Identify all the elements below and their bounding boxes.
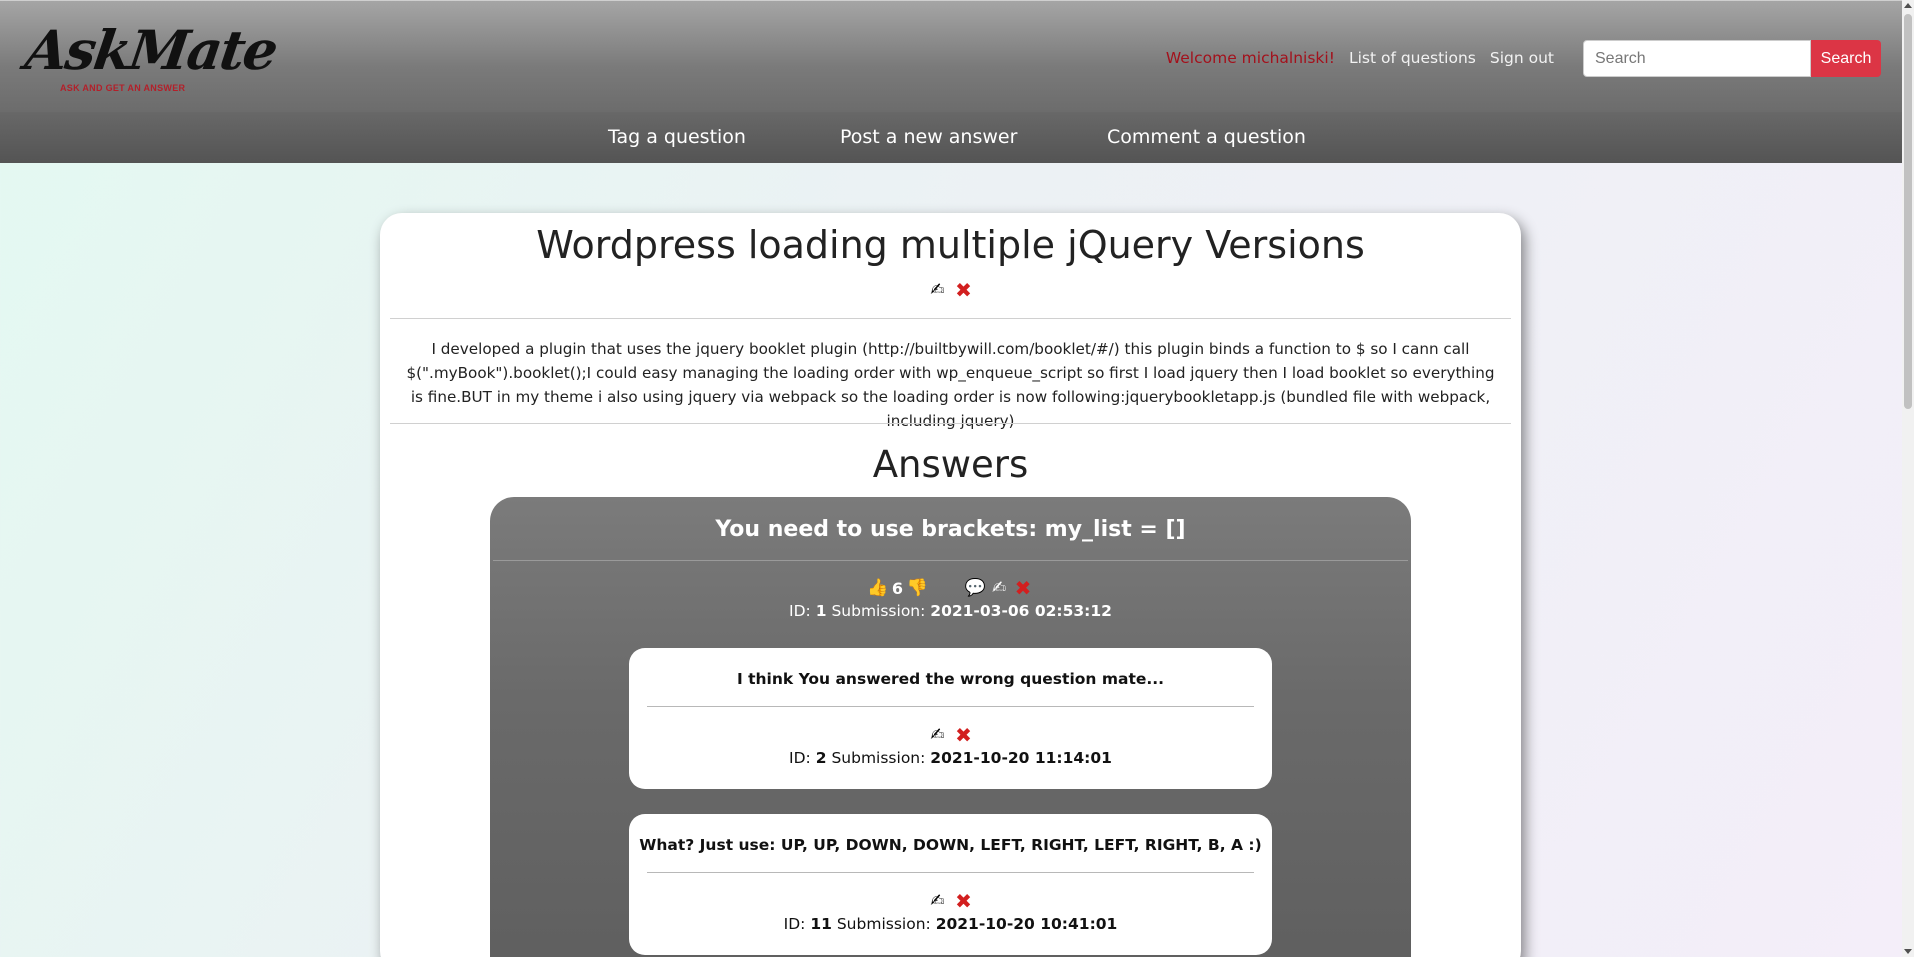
page-scrollbar[interactable] xyxy=(1902,0,1914,957)
tag-question-link[interactable]: Tag a question xyxy=(608,126,746,148)
answer-meta: ID: 1 Submission: 2021-03-06 02:53:12 xyxy=(490,602,1411,620)
edit-icon[interactable]: ✍ xyxy=(928,725,948,745)
top-header: AskMate ASK AND GET AN ANSWER Welcome mi… xyxy=(0,0,1902,112)
question-title: Wordpress loading multiple jQuery Versio… xyxy=(536,223,1365,267)
list-of-questions-link[interactable]: List of questions xyxy=(1349,49,1476,67)
header-nav: Welcome michalniski! List of questions S… xyxy=(1166,49,1554,67)
answer-title: You need to use brackets: my_list = [] xyxy=(715,517,1186,542)
comment-meta: ID: 2 Submission: 2021-10-20 11:14:01 xyxy=(629,749,1272,767)
answer-id: 1 xyxy=(815,602,827,620)
edit-icon[interactable]: ✍ xyxy=(928,280,948,300)
answer-card: You need to use brackets: my_list = [] 👍… xyxy=(490,497,1411,957)
scrollbar-thumb[interactable] xyxy=(1904,14,1912,409)
search-button[interactable]: Search xyxy=(1811,40,1881,77)
submission-label: Submission: xyxy=(831,602,926,620)
logo-tagline: ASK AND GET AN ANSWER xyxy=(60,83,186,93)
speech-bubble-icon[interactable]: 💬 xyxy=(964,578,985,598)
comment-actions: ✍ ✖ xyxy=(629,891,1272,911)
comment-card: I think You answered the wrong question … xyxy=(629,648,1272,789)
answer-submission-date: 2021-03-06 02:53:12 xyxy=(930,602,1112,620)
answer-actions: 👍 6 👎 💬 ✍ ✖ xyxy=(490,578,1411,598)
id-label: ID: xyxy=(783,915,806,933)
scroll-down-arrow-icon[interactable] xyxy=(1904,949,1912,954)
question-actions: ✍ ✖ xyxy=(380,280,1521,300)
edit-icon[interactable]: ✍ xyxy=(928,891,948,911)
question-card: Wordpress loading multiple jQuery Versio… xyxy=(380,213,1521,957)
divider xyxy=(493,560,1408,561)
delete-icon[interactable]: ✖ xyxy=(1013,578,1033,598)
scroll-up-arrow-icon[interactable] xyxy=(1904,3,1912,8)
comment-submission-date: 2021-10-20 11:14:01 xyxy=(930,749,1112,767)
post-answer-link[interactable]: Post a new answer xyxy=(840,126,1017,148)
thumbs-up-icon[interactable]: 👍 xyxy=(867,578,888,598)
delete-icon[interactable]: ✖ xyxy=(954,891,974,911)
search-input[interactable] xyxy=(1583,40,1811,77)
answers-heading: Answers xyxy=(872,443,1029,486)
welcome-message: Welcome michalniski! xyxy=(1165,49,1335,67)
submission-label: Submission: xyxy=(836,915,931,933)
divider xyxy=(647,872,1254,873)
logo-text: AskMate xyxy=(21,18,281,82)
divider xyxy=(390,318,1511,319)
action-nav: Tag a question Post a new answer Comment… xyxy=(0,112,1902,163)
comment-text: What? Just use: UP, UP, DOWN, DOWN, LEFT… xyxy=(639,836,1262,854)
comment-id: 11 xyxy=(810,915,832,933)
delete-icon[interactable]: ✖ xyxy=(954,280,974,300)
submission-label: Submission: xyxy=(831,749,926,767)
comment-id: 2 xyxy=(815,749,827,767)
comment-text: I think You answered the wrong question … xyxy=(736,670,1165,688)
delete-icon[interactable]: ✖ xyxy=(954,725,974,745)
thumbs-down-icon[interactable]: 👎 xyxy=(906,578,927,598)
comment-question-link[interactable]: Comment a question xyxy=(1107,126,1306,148)
vote-count: 6 xyxy=(891,578,904,598)
comment-submission-date: 2021-10-20 10:41:01 xyxy=(935,915,1118,933)
question-body: I developed a plugin that uses the jquer… xyxy=(406,340,1495,430)
id-label: ID: xyxy=(789,749,811,767)
sign-out-link[interactable]: Sign out xyxy=(1490,49,1554,67)
divider xyxy=(647,706,1254,707)
edit-icon[interactable]: ✍ xyxy=(989,578,1009,598)
id-label: ID: xyxy=(789,602,811,620)
askmate-logo[interactable]: AskMate ASK AND GET AN ANSWER xyxy=(22,18,281,103)
comment-actions: ✍ ✖ xyxy=(629,725,1272,745)
comment-card: What? Just use: UP, UP, DOWN, DOWN, LEFT… xyxy=(629,814,1272,955)
comment-meta: ID: 11 Submission: 2021-10-20 10:41:01 xyxy=(629,915,1272,933)
divider xyxy=(390,423,1511,424)
